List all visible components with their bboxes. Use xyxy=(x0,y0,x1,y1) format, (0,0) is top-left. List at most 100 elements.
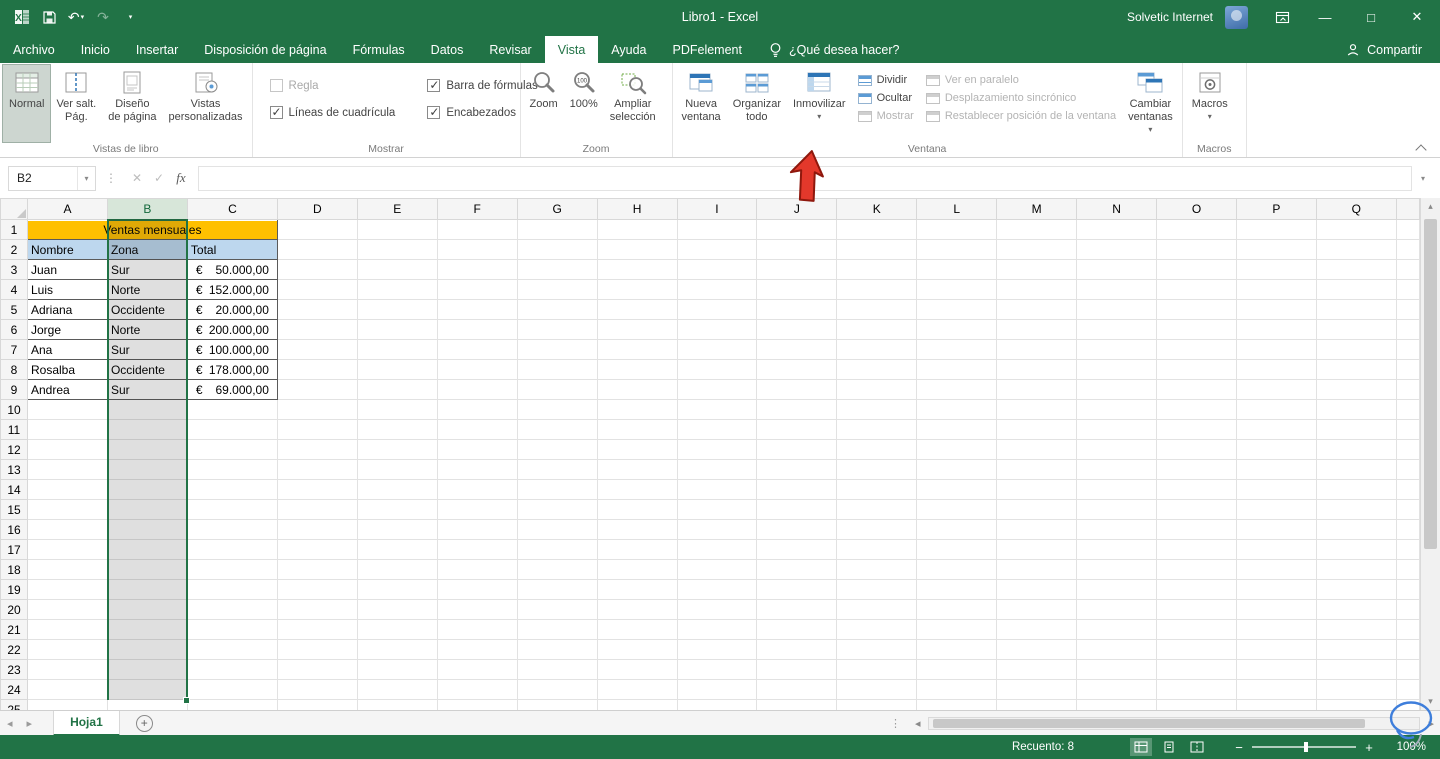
insert-function-button[interactable]: fx xyxy=(170,170,192,186)
cell-I19[interactable] xyxy=(677,579,758,600)
cell-J24[interactable] xyxy=(756,679,838,700)
cell-A23[interactable] xyxy=(27,659,108,680)
cell-B3[interactable]: Sur xyxy=(106,259,188,280)
cell-A7[interactable]: Ana xyxy=(26,339,108,360)
cell-A8[interactable]: Rosalba xyxy=(26,359,108,380)
cell-Q14[interactable] xyxy=(1316,479,1397,500)
cell-B15[interactable] xyxy=(107,499,188,520)
col-header-Q[interactable]: Q xyxy=(1315,198,1397,220)
row-header-20[interactable]: 20 xyxy=(0,599,28,620)
cell-K19[interactable] xyxy=(836,579,918,600)
cell-N8[interactable] xyxy=(1076,359,1158,380)
cell-F25[interactable] xyxy=(437,699,518,710)
cell-J19[interactable] xyxy=(756,579,838,600)
cell-N14[interactable] xyxy=(1076,479,1158,500)
unhide-button[interactable]: Mostrar xyxy=(857,110,914,122)
cell-H22[interactable] xyxy=(597,639,678,660)
cell-O2[interactable] xyxy=(1156,239,1237,260)
cell-M16[interactable] xyxy=(996,519,1078,540)
cell-M19[interactable] xyxy=(996,579,1078,600)
cell-J4[interactable] xyxy=(756,279,838,300)
cell-D11[interactable] xyxy=(277,419,358,440)
cell-G23[interactable] xyxy=(517,659,598,680)
custom-views-button[interactable]: Vistas personalizadas xyxy=(163,65,249,142)
tab-vista[interactable]: Vista xyxy=(544,36,599,63)
cell-C5[interactable]: €20.000,00 xyxy=(186,299,278,320)
cell-P14[interactable] xyxy=(1236,479,1317,500)
cell-L20[interactable] xyxy=(916,599,998,620)
cell-D14[interactable] xyxy=(277,479,358,500)
cell-I24[interactable] xyxy=(677,679,758,700)
cell-E6[interactable] xyxy=(357,319,438,340)
cell-Q23[interactable] xyxy=(1316,659,1397,680)
cell-F13[interactable] xyxy=(437,459,518,480)
cell-C8[interactable]: €178.000,00 xyxy=(186,359,278,380)
cell-G13[interactable] xyxy=(517,459,598,480)
cell-B18[interactable] xyxy=(107,559,188,580)
switch-windows-dropdown-icon[interactable]: ▾ xyxy=(1148,125,1152,134)
tab-datos[interactable]: Datos xyxy=(418,36,477,63)
cell-E10[interactable] xyxy=(357,399,438,420)
cell-I7[interactable] xyxy=(677,339,758,360)
cell-E23[interactable] xyxy=(357,659,438,680)
cell-O21[interactable] xyxy=(1156,619,1237,640)
cell-M23[interactable] xyxy=(996,659,1078,680)
cell-D2[interactable] xyxy=(277,239,358,260)
cell-P10[interactable] xyxy=(1236,399,1317,420)
cell-D6[interactable] xyxy=(277,319,358,340)
cell-J9[interactable] xyxy=(756,379,838,400)
cell-G18[interactable] xyxy=(517,559,598,580)
row-header-2[interactable]: 2 xyxy=(0,239,28,260)
cell-G1[interactable] xyxy=(517,219,598,240)
split-button[interactable]: Dividir xyxy=(857,74,914,86)
cell-F22[interactable] xyxy=(437,639,518,660)
cell-G3[interactable] xyxy=(517,259,598,280)
cell-A11[interactable] xyxy=(27,419,108,440)
sheet-nav-right-icon[interactable]: ▸ xyxy=(20,717,40,730)
enter-button[interactable]: ✓ xyxy=(148,171,170,185)
cell-G6[interactable] xyxy=(517,319,598,340)
cell-N12[interactable] xyxy=(1076,439,1158,460)
save-button[interactable] xyxy=(37,4,61,30)
cell-O25[interactable] xyxy=(1156,699,1237,710)
cell-Q16[interactable] xyxy=(1316,519,1397,540)
cell-B5[interactable]: Occidente xyxy=(106,299,188,320)
cell-A1-merged-title[interactable]: Ventas mensuales xyxy=(26,219,278,240)
cell-P11[interactable] xyxy=(1236,419,1317,440)
cell-K14[interactable] xyxy=(836,479,918,500)
cell-L23[interactable] xyxy=(916,659,998,680)
cell-A13[interactable] xyxy=(27,459,108,480)
cell-O7[interactable] xyxy=(1156,339,1237,360)
cell-H8[interactable] xyxy=(597,359,678,380)
cell-L8[interactable] xyxy=(916,359,998,380)
cell-D15[interactable] xyxy=(277,499,358,520)
cell-K6[interactable] xyxy=(836,319,918,340)
cell-F2[interactable] xyxy=(437,239,518,260)
cell-J3[interactable] xyxy=(756,259,838,280)
cell-B25[interactable] xyxy=(107,699,188,710)
cell-H3[interactable] xyxy=(597,259,678,280)
cell-Q18[interactable] xyxy=(1316,559,1397,580)
cell-L3[interactable] xyxy=(916,259,998,280)
cell-K9[interactable] xyxy=(836,379,918,400)
row-header-8[interactable]: 8 xyxy=(0,359,28,380)
cell-O10[interactable] xyxy=(1156,399,1237,420)
cell-N17[interactable] xyxy=(1076,539,1158,560)
cell-B6[interactable]: Norte xyxy=(106,319,188,340)
cell-J17[interactable] xyxy=(756,539,838,560)
cell-L1[interactable] xyxy=(916,219,998,240)
cancel-button[interactable]: ✕ xyxy=(126,171,148,185)
row-header-21[interactable]: 21 xyxy=(0,619,28,640)
close-button[interactable]: ✕ xyxy=(1394,0,1440,34)
cell-L10[interactable] xyxy=(916,399,998,420)
hscroll-left-icon[interactable]: ◂ xyxy=(909,717,927,730)
cell-C12[interactable] xyxy=(187,439,278,460)
cell-K22[interactable] xyxy=(836,639,918,660)
cell-Q9[interactable] xyxy=(1316,379,1397,400)
qat-customize-button[interactable]: ▾ xyxy=(118,4,142,30)
cell-N18[interactable] xyxy=(1076,559,1158,580)
cell-F12[interactable] xyxy=(437,439,518,460)
cell-K4[interactable] xyxy=(836,279,918,300)
view-normal-button[interactable] xyxy=(1130,738,1152,756)
cell-M7[interactable] xyxy=(996,339,1078,360)
